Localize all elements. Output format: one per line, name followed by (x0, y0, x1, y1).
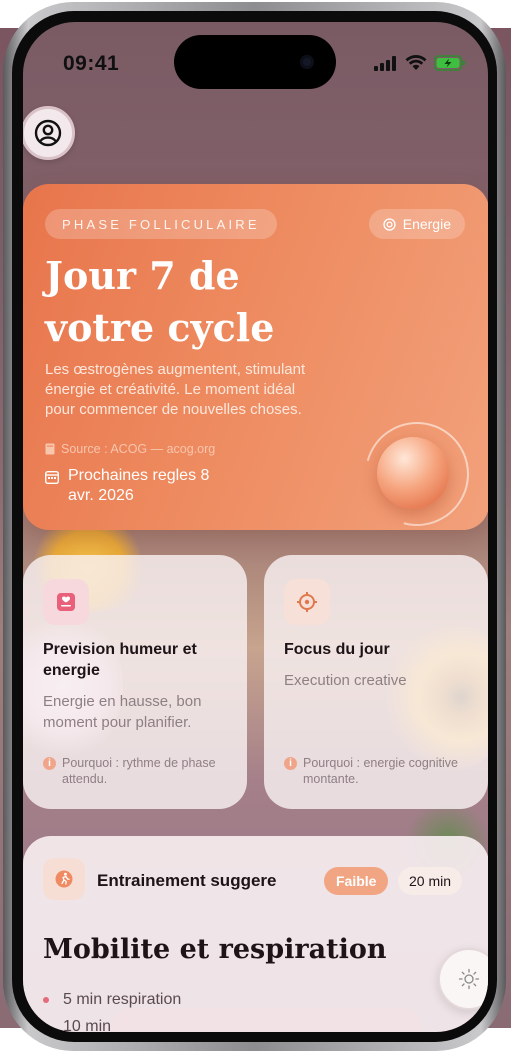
dynamic-island (174, 35, 336, 89)
status-icons (374, 55, 466, 71)
energy-label: Energie (402, 216, 451, 232)
info-icon: i (284, 757, 297, 770)
focus-card-note-text: Pourquoi : energie cognitive montante. (303, 756, 458, 786)
wifi-icon (405, 55, 427, 70)
battery-icon (434, 55, 465, 71)
calendar-icon (45, 471, 59, 484)
bullet (43, 996, 49, 1003)
bullet (43, 1023, 49, 1030)
source-line[interactable]: Source : ACOG — acog.org (45, 442, 215, 456)
next-period-text: Prochaines regles 8 avr. 2026 (68, 467, 210, 504)
focus-card-title: Focus du jour (284, 641, 390, 658)
profile-button[interactable] (23, 106, 75, 160)
phase-badge: PHASE FOLLICULAIRE (45, 209, 277, 239)
intensity-badge: Faible (324, 867, 389, 895)
focus-card[interactable]: Focus du jour Execution creative i Pourq… (264, 555, 488, 809)
book-icon (45, 443, 55, 455)
cycle-orb[interactable] (377, 437, 449, 509)
workout-step-text: 5 min respiration (63, 990, 182, 1008)
cycle-hero-card[interactable]: PHASE FOLLICULAIRE Energie Jour 7 de vot… (23, 184, 488, 546)
sun-icon (458, 968, 480, 990)
focus-card-body: Execution creative (284, 672, 407, 689)
target-icon (383, 217, 396, 231)
camera-icon (300, 55, 314, 69)
person-circle-icon (34, 119, 62, 147)
cycle-day-title: Jour 7 de votre cycle (45, 253, 275, 350)
mood-card-title: Prevision humeur et energie (43, 641, 197, 679)
status-bar: 09:41 (23, 22, 488, 89)
app-screen: 09:41 PHASE FOLLICULAIRE Energie Jour 7 … (23, 22, 488, 1032)
workout-card[interactable]: Entrainement suggere Faible 20 min Mobil… (23, 836, 488, 1032)
source-text: Source : ACOG — acog.org (61, 442, 216, 456)
workout-step-text: 10 min (63, 1017, 112, 1033)
crosshair-icon (284, 579, 330, 625)
mood-card-icon (43, 579, 89, 625)
mood-forecast-card[interactable]: Prevision humeur et energie Energie en h… (23, 555, 247, 809)
next-period: Prochaines regles 8 avr. 2026 (45, 466, 238, 506)
mood-card-note: i Pourquoi : rythme de phase attendu. (43, 755, 233, 787)
mood-card-body: Energie en hausse, bon moment pour plani… (43, 693, 202, 731)
energy-badge[interactable]: Energie (368, 209, 465, 239)
status-time: 09:41 (63, 52, 120, 75)
mood-card-note-text: Pourquoi : rythme de phase attendu. (62, 756, 216, 786)
runner-icon (43, 858, 85, 900)
focus-card-note: i Pourquoi : energie cognitive montante. (284, 755, 474, 787)
bottom-bar[interactable] (111, 1008, 421, 1032)
workout-label: Entrainement suggere (97, 871, 277, 890)
phase-description: Les œstrogènes augmentent, stimulant éne… (45, 361, 306, 418)
workout-title: Mobilite et respiration (43, 934, 387, 965)
info-icon: i (43, 757, 56, 770)
signal-icon (374, 55, 396, 71)
duration-badge: 20 min (398, 867, 463, 895)
